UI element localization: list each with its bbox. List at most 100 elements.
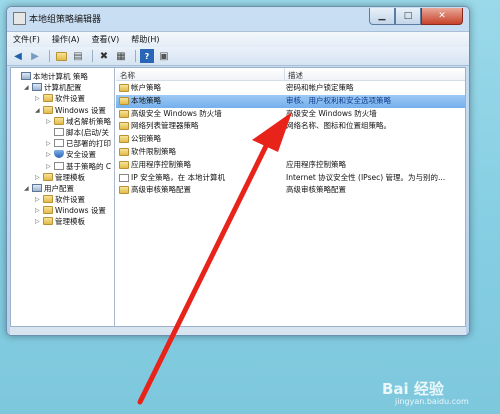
tree-item[interactable]: ◢folderWindows 设置 <box>11 105 114 116</box>
list-item-name: 软件限制策略 <box>131 146 176 156</box>
tree-item-label: 本地计算机 策略 <box>33 72 88 81</box>
folder-icon: folder <box>119 160 129 169</box>
collapsed-arrow-icon[interactable]: ▷ <box>46 161 53 172</box>
list-item-name: 网络列表管理器策略 <box>131 121 199 131</box>
toolbar-separator <box>135 50 136 62</box>
tree-item[interactable]: ▷shield安全设置 <box>11 149 114 160</box>
folder-icon: folder <box>43 217 53 226</box>
delete-icon[interactable]: ✖ <box>97 49 111 63</box>
forward-icon[interactable]: ▶ <box>28 49 42 63</box>
close-icon: ✕ <box>438 11 446 21</box>
collapsed-arrow-icon[interactable]: ▷ <box>46 149 53 160</box>
title-bar[interactable]: 本地组策略编辑器 ▁ □ ✕ <box>7 7 469 29</box>
folder-icon: folder <box>43 172 53 181</box>
computer-icon: computer <box>32 183 42 192</box>
toolbar-separator <box>49 50 50 62</box>
show-tree-icon[interactable]: ▤ <box>71 49 85 63</box>
tree-item[interactable]: ▷chart基于策略的 C <box>11 161 114 172</box>
list-item[interactable]: folder应用程序控制策略应用程序控制策略 <box>116 159 465 172</box>
status-bar <box>10 327 466 335</box>
minimize-icon: ▁ <box>378 11 386 21</box>
folder-icon: folder <box>43 206 53 215</box>
app-icon <box>13 12 26 25</box>
document-icon: doc <box>54 139 64 148</box>
group-policy-editor-window: 本地组策略编辑器 ▁ □ ✕ 文件(F) 操作(A) 查看(V) 帮助(H) ◀… <box>6 6 470 336</box>
tree-item-label: 域名解析策略 <box>66 116 111 126</box>
list-item-name: IP 安全策略，在 本地计算机 <box>131 172 226 182</box>
back-icon[interactable]: ◀ <box>11 49 25 63</box>
list-item-name: 帐户策略 <box>131 83 161 92</box>
list-item[interactable]: folder帐户策略 密码和帐户锁定策略 <box>116 82 465 95</box>
tree-item[interactable]: ▷folder软件设置 <box>11 93 114 104</box>
folder-icon: folder <box>119 147 129 156</box>
column-header-description[interactable]: 描述 <box>288 70 303 81</box>
list-item-description: Internet 协议安全性 (IPsec) 管理。为与别的... <box>286 172 446 182</box>
tree-item-label: 安全设置 <box>66 150 96 160</box>
collapsed-arrow-icon[interactable]: ▷ <box>35 93 42 104</box>
list-item-selected[interactable]: folder本地策略 审核、用户权利和安全选项策略 <box>116 94 465 108</box>
maximize-button[interactable]: □ <box>395 8 421 25</box>
tree-item[interactable]: doc脚本(启动/关 <box>11 127 114 138</box>
close-button[interactable]: ✕ <box>421 8 463 25</box>
list-item-name: 本地策略 <box>131 95 161 105</box>
minimize-button[interactable]: ▁ <box>369 8 395 25</box>
folder-icon: folder <box>119 135 129 144</box>
expanded-arrow-icon[interactable]: ◢ <box>24 82 31 93</box>
list-header: 名称 描述 <box>116 68 465 81</box>
tree-item[interactable]: ◢computer用户配置 <box>11 183 114 194</box>
list-item[interactable]: folder公钥策略 <box>116 133 465 146</box>
folder-icon: folder <box>43 94 53 103</box>
list-item-description: 审核、用户权利和安全选项策略 <box>286 95 391 105</box>
help-icon[interactable]: ? <box>140 49 154 63</box>
list-item-description: 应用程序控制策略 <box>286 159 346 169</box>
tree-item[interactable]: ◢computer计算机配置 <box>11 82 114 93</box>
tree-item[interactable]: ▷folder管理模板 <box>11 172 114 183</box>
collapsed-arrow-icon[interactable]: ▷ <box>46 138 53 149</box>
list-item-description: 高级安全 Windows 防火墙 <box>286 108 377 118</box>
menu-view[interactable]: 查看(V) <box>86 32 126 47</box>
window-title: 本地组策略编辑器 <box>29 15 102 25</box>
chart-icon: chart <box>54 161 64 170</box>
security-shield-icon: shield <box>54 150 64 159</box>
tree-item-label: 基于策略的 C <box>66 161 112 171</box>
computer-icon: computer <box>21 72 31 80</box>
tree-item[interactable]: ▷folder软件设置 <box>11 194 114 205</box>
menu-help[interactable]: 帮助(H) <box>125 32 165 47</box>
column-divider[interactable] <box>284 68 285 80</box>
tree-item[interactable]: computer本地计算机 策略 <box>11 71 114 82</box>
tree-item[interactable]: ▷folderWindows 设置 <box>11 205 114 216</box>
tree-item-label: Windows 设置 <box>55 105 106 115</box>
folder-icon: folder <box>119 84 129 92</box>
up-folder-icon[interactable] <box>54 49 68 63</box>
list-item[interactable]: folder高级审核策略配置高级审核策略配置 <box>116 184 465 197</box>
view-icon[interactable]: ▣ <box>157 49 171 63</box>
watermark-logo: Bai 经验 <box>382 380 444 398</box>
collapsed-arrow-icon[interactable]: ▷ <box>46 116 53 127</box>
tree-item[interactable]: ▷doc已部署的打印 <box>11 138 114 149</box>
ip-security-icon: ipsec <box>119 173 129 182</box>
menu-action[interactable]: 操作(A) <box>46 32 86 47</box>
collapsed-arrow-icon[interactable]: ▷ <box>35 194 42 205</box>
list-item[interactable]: folder高级安全 Windows 防火墙高级安全 Windows 防火墙 <box>116 108 465 121</box>
list-item[interactable]: folder软件限制策略 <box>116 146 465 159</box>
expanded-arrow-icon[interactable]: ◢ <box>35 105 42 116</box>
column-header-name[interactable]: 名称 <box>120 70 135 81</box>
folder-icon: folder <box>54 116 64 125</box>
collapsed-arrow-icon[interactable]: ▷ <box>35 205 42 216</box>
menu-file[interactable]: 文件(F) <box>7 32 46 47</box>
list-item[interactable]: ipsecIP 安全策略，在 本地计算机 Internet 协议安全性 (IPse… <box>116 172 465 185</box>
folder-icon: folder <box>43 195 53 204</box>
folder-icon: folder <box>119 109 129 118</box>
collapsed-arrow-icon[interactable]: ▷ <box>35 216 42 227</box>
collapsed-arrow-icon[interactable]: ▷ <box>35 172 42 183</box>
computer-icon: computer <box>32 83 42 92</box>
list-item[interactable]: folder网络列表管理器策略 网络名称、图标和位置组策略。 <box>116 120 465 133</box>
menu-bar: 文件(F) 操作(A) 查看(V) 帮助(H) <box>7 31 469 47</box>
list-item-description: 高级审核策略配置 <box>286 185 346 195</box>
list-item-name: 应用程序控制策略 <box>131 159 191 169</box>
tree-item[interactable]: ▷folder域名解析策略 <box>11 116 114 127</box>
properties-icon[interactable]: ▦ <box>114 49 128 63</box>
expanded-arrow-icon[interactable]: ◢ <box>24 183 31 194</box>
tree-item[interactable]: ▷folder管理模板 <box>11 216 114 227</box>
tree-item-label: Windows 设置 <box>55 206 106 216</box>
